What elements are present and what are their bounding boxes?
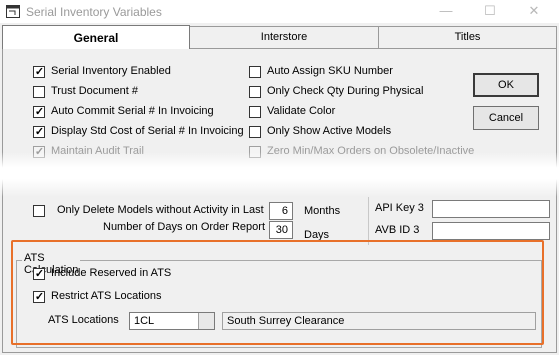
checkmark-icon: ✓ — [34, 106, 45, 118]
auto-commit-serial-checkbox[interactable]: ✓ — [33, 106, 45, 118]
close-icon[interactable]: ✕ — [525, 3, 543, 19]
trust-document-checkbox[interactable] — [33, 86, 45, 98]
maximize-icon[interactable]: ☐ — [481, 3, 499, 19]
only-show-active-models-label: Only Show Active Models — [267, 125, 392, 137]
validate-color-label: Validate Color — [267, 105, 336, 117]
trust-document-label: Trust Document # — [51, 85, 139, 97]
window-title: Serial Inventory Variables — [26, 5, 162, 19]
auto-assign-sku-checkbox[interactable] — [249, 66, 261, 78]
order-report-label: Number of Days on Order Report — [103, 221, 266, 233]
title-bar: Serial Inventory Variables — ☐ ✕ — [0, 0, 559, 23]
section-divider — [368, 197, 369, 245]
serial-inventory-enabled-checkbox[interactable]: ✓ — [33, 66, 45, 78]
app-window-icon — [6, 5, 20, 18]
tab-titles[interactable]: Titles — [378, 26, 557, 48]
checkmark-icon: ✓ — [34, 126, 45, 138]
auto-assign-sku-label: Auto Assign SKU Number — [267, 65, 393, 77]
cancel-button[interactable]: Cancel — [473, 106, 539, 130]
serial-inventory-enabled-label: Serial Inventory Enabled — [51, 65, 171, 77]
only-delete-models-checkbox[interactable] — [33, 205, 45, 217]
display-std-cost-checkbox[interactable]: ✓ — [33, 126, 45, 138]
ok-button[interactable]: OK — [473, 73, 539, 97]
api-key-label: API Key 3 — [375, 202, 424, 214]
only-check-qty-label: Only Check Qty During Physical — [267, 85, 424, 97]
tab-interstore[interactable]: Interstore — [189, 26, 379, 48]
auto-commit-serial-label: Auto Commit Serial # In Invoicing — [51, 105, 214, 117]
checkmark-icon: ✓ — [34, 66, 45, 78]
delete-months-input[interactable]: 6 — [269, 202, 293, 220]
validate-color-checkbox[interactable] — [249, 106, 261, 118]
months-label: Months — [304, 205, 341, 217]
minimize-icon[interactable]: — — [437, 3, 455, 19]
tab-general[interactable]: General — [2, 25, 190, 49]
highlight-box — [11, 240, 544, 345]
api-key-input[interactable] — [432, 200, 550, 218]
screenshot-fade-overlay — [0, 152, 559, 197]
avb-id-label: AVB ID 3 — [375, 224, 420, 236]
avb-id-input[interactable] — [432, 222, 550, 240]
order-report-days-input[interactable]: 30 — [269, 221, 293, 239]
display-std-cost-label: Display Std Cost of Serial # In Invoicin… — [51, 125, 244, 137]
only-check-qty-checkbox[interactable] — [249, 86, 261, 98]
only-delete-models-label: Only Delete Models without Activity in L… — [57, 204, 264, 216]
only-show-active-models-checkbox[interactable] — [249, 126, 261, 138]
